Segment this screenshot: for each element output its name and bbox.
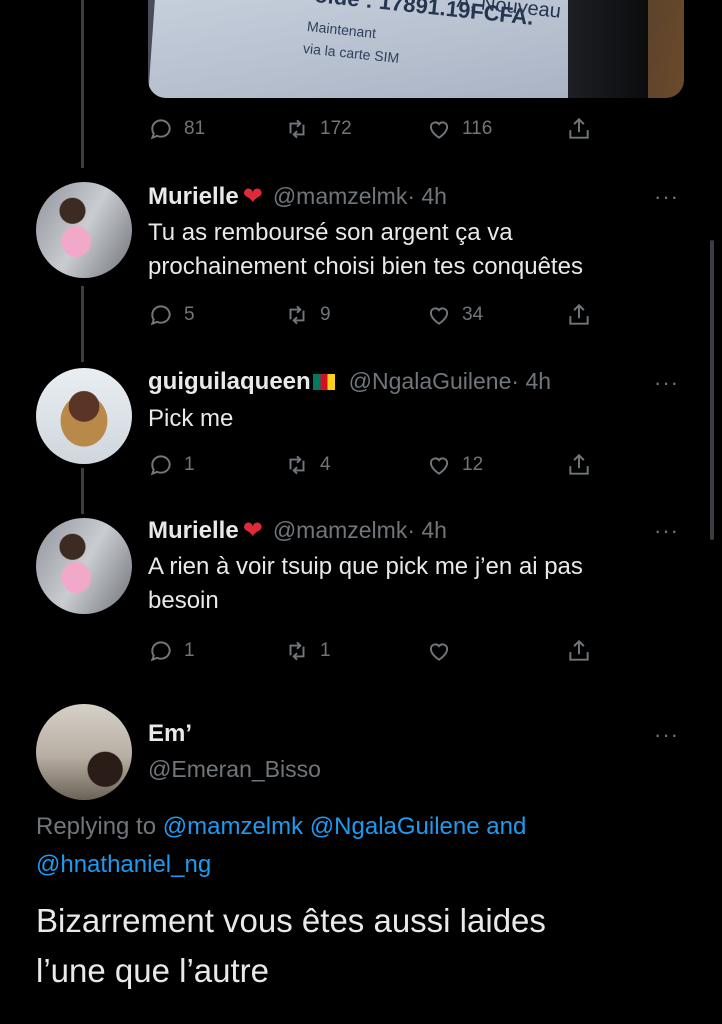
red-heart-icon: ❤ bbox=[242, 183, 263, 210]
retweet-button[interactable]: 4 bbox=[284, 452, 331, 478]
like-count: 12 bbox=[462, 454, 484, 475]
tweet-text-line: prochainement choisi bien tes conquêtes bbox=[148, 253, 583, 280]
replying-to-label: Replying to bbox=[36, 813, 157, 840]
retweet-count: 4 bbox=[320, 454, 331, 475]
retweet-icon bbox=[289, 455, 305, 475]
reply-icon bbox=[150, 119, 171, 140]
retweet-button[interactable]: 172 bbox=[284, 116, 352, 142]
retweet-icon bbox=[289, 305, 305, 325]
reply-icon bbox=[150, 641, 171, 662]
like-count: 116 bbox=[462, 118, 493, 139]
more-options-icon[interactable]: ··· bbox=[654, 722, 679, 748]
replying-to: Replying to @mamzelmk @NgalaGuilene and … bbox=[36, 808, 676, 884]
reply-button[interactable]: 5 bbox=[148, 302, 195, 328]
handle[interactable]: @mamzelmk bbox=[273, 517, 408, 543]
share-icon bbox=[569, 303, 589, 325]
share-button[interactable] bbox=[566, 116, 592, 142]
share-icon bbox=[569, 639, 589, 661]
tweet-text: Tu as remboursé son argent ça va prochai… bbox=[148, 216, 583, 284]
like-button[interactable] bbox=[426, 638, 462, 664]
retweet-icon bbox=[289, 641, 305, 661]
heart-icon bbox=[429, 457, 449, 475]
and-text: and bbox=[486, 813, 527, 840]
avatar[interactable] bbox=[36, 704, 132, 800]
reply-count: 5 bbox=[184, 304, 195, 325]
like-count: 34 bbox=[462, 304, 484, 325]
tweet-header: Murielle ❤ @mamzelmk· 4h bbox=[148, 516, 447, 545]
reply-count: 1 bbox=[184, 640, 195, 661]
main-tweet-text: Bizarrement vous êtes aussi laides l’une… bbox=[36, 896, 696, 996]
handle[interactable]: @NgalaGuilene bbox=[349, 368, 512, 394]
like-button[interactable]: 116 bbox=[426, 116, 492, 142]
timestamp[interactable]: · 4h bbox=[511, 368, 551, 394]
mention-link[interactable]: @mamzelmk bbox=[163, 813, 303, 840]
thread-line bbox=[81, 468, 84, 514]
avatar[interactable] bbox=[36, 182, 132, 278]
reply-icon bbox=[150, 305, 171, 326]
more-options-icon[interactable]: ··· bbox=[654, 184, 679, 210]
red-heart-icon: ❤ bbox=[242, 517, 263, 544]
more-options-icon[interactable]: ··· bbox=[654, 370, 679, 396]
avatar[interactable] bbox=[36, 368, 132, 464]
tweet-text-line: besoin bbox=[148, 587, 219, 614]
mention-link[interactable]: @hnathaniel_ng bbox=[36, 851, 211, 878]
heart-icon bbox=[429, 121, 449, 139]
timestamp[interactable]: · 4h bbox=[407, 517, 447, 543]
share-icon bbox=[569, 453, 589, 475]
timestamp[interactable]: · 4h bbox=[407, 183, 447, 209]
like-button[interactable]: 12 bbox=[426, 452, 483, 478]
tweet-text: A rien à voir tsuip que pick me j’en ai … bbox=[148, 550, 583, 618]
share-button[interactable] bbox=[566, 302, 592, 328]
more-options-icon[interactable]: ··· bbox=[654, 518, 679, 544]
cameroon-flag-icon bbox=[312, 374, 335, 390]
thread-line bbox=[81, 286, 84, 362]
display-name[interactable]: Murielle bbox=[148, 183, 239, 210]
thread-line bbox=[81, 0, 84, 168]
phone-edge bbox=[568, 0, 648, 98]
reply-button[interactable]: 1 bbox=[148, 638, 195, 664]
tweet-text: Pick me bbox=[148, 402, 233, 436]
retweet-count: 172 bbox=[320, 118, 352, 139]
tweet-text-line: Bizarrement vous êtes aussi laides bbox=[36, 902, 546, 939]
share-button[interactable] bbox=[566, 638, 592, 664]
reply-button[interactable]: 81 bbox=[148, 116, 205, 142]
heart-icon bbox=[429, 643, 449, 661]
handle[interactable]: @Emeran_Bisso bbox=[148, 756, 321, 783]
display-name[interactable]: guiguilaqueen bbox=[148, 368, 311, 395]
reply-count: 81 bbox=[184, 118, 206, 139]
tweet-header: Murielle ❤ @mamzelmk· 4h bbox=[148, 182, 447, 211]
scrollbar[interactable] bbox=[710, 240, 714, 540]
avatar[interactable] bbox=[36, 518, 132, 614]
reply-icon bbox=[150, 455, 171, 476]
handle[interactable]: @mamzelmk bbox=[273, 183, 408, 209]
share-icon bbox=[569, 117, 589, 139]
retweet-count: 9 bbox=[320, 304, 331, 325]
retweet-button[interactable]: 9 bbox=[284, 302, 331, 328]
retweet-icon bbox=[289, 119, 305, 139]
like-button[interactable]: 34 bbox=[426, 302, 483, 328]
reply-count: 1 bbox=[184, 454, 195, 475]
retweet-count: 1 bbox=[320, 640, 331, 661]
tweet-media-image[interactable]: A, Nouveau olde : 17891.19FCFA. Maintena… bbox=[148, 0, 684, 98]
tweet-header: guiguilaqueen @NgalaGuilene· 4h bbox=[148, 368, 551, 396]
heart-icon bbox=[429, 307, 449, 325]
tweet-text-line: Pick me bbox=[148, 405, 234, 432]
tweet-text-line: Tu as remboursé son argent ça va bbox=[148, 219, 513, 246]
display-name[interactable]: Em’ bbox=[148, 720, 192, 748]
display-name[interactable]: Murielle bbox=[148, 517, 239, 544]
tweet-text-line: l’une que l’autre bbox=[36, 952, 269, 989]
mention-link[interactable]: @NgalaGuilene bbox=[310, 813, 480, 840]
share-button[interactable] bbox=[566, 452, 592, 478]
reply-button[interactable]: 1 bbox=[148, 452, 195, 478]
retweet-button[interactable]: 1 bbox=[284, 638, 331, 664]
tweet-text-line: A rien à voir tsuip que pick me j’en ai … bbox=[148, 553, 583, 580]
